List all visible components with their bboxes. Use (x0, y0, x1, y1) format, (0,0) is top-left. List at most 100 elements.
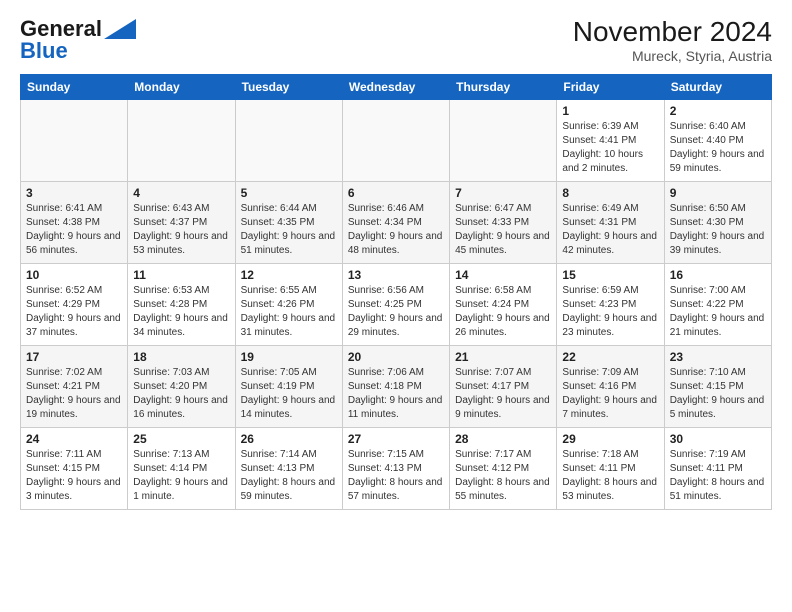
calendar-cell: 17 Sunrise: 7:02 AMSunset: 4:21 PMDayligh… (21, 346, 128, 428)
calendar-week-3: 17 Sunrise: 7:02 AMSunset: 4:21 PMDayligh… (21, 346, 772, 428)
day-info: Sunrise: 7:02 AMSunset: 4:21 PMDaylight:… (26, 366, 122, 422)
day-number: 27 (348, 432, 444, 446)
day-number: 23 (670, 350, 766, 364)
day-number: 11 (133, 268, 229, 282)
day-number: 17 (26, 350, 122, 364)
calendar-cell: 7Sunrise: 6:47 AMSunset: 4:33 PMDaylight… (450, 182, 557, 264)
calendar-header-row: Sunday Monday Tuesday Wednesday Thursday… (21, 75, 772, 100)
day-number: 9 (670, 186, 766, 200)
calendar-cell: 12 Sunrise: 6:55 AMSunset: 4:26 PMDayligh… (235, 264, 342, 346)
calendar-cell: 26 Sunrise: 7:14 AMSunset: 4:13 PMDayligh… (235, 428, 342, 510)
calendar-cell: 10 Sunrise: 6:52 AMSunset: 4:29 PMDayligh… (21, 264, 128, 346)
day-info: Sunrise: 6:55 AMSunset: 4:26 PMDaylight:… (241, 284, 337, 340)
day-number: 16 (670, 268, 766, 282)
day-info: Sunrise: 7:06 AMSunset: 4:18 PMDaylight:… (348, 366, 444, 422)
calendar-cell: 21 Sunrise: 7:07 AMSunset: 4:17 PMDayligh… (450, 346, 557, 428)
calendar-cell: 1Sunrise: 6:39 AMSunset: 4:41 PMDaylight… (557, 100, 664, 182)
day-info: Sunrise: 6:44 AMSunset: 4:35 PMDaylight:… (241, 202, 337, 258)
page: General Blue November 2024 Mureck, Styri… (0, 0, 792, 612)
calendar-cell: 29Sunrise: 7:18 AMSunset: 4:11 PMDayligh… (557, 428, 664, 510)
day-number: 4 (133, 186, 229, 200)
calendar-cell (450, 100, 557, 182)
header: General Blue November 2024 Mureck, Styri… (20, 16, 772, 64)
day-number: 13 (348, 268, 444, 282)
day-info: Sunrise: 7:15 AMSunset: 4:13 PMDaylight:… (348, 448, 444, 504)
calendar-cell (128, 100, 235, 182)
day-info: Sunrise: 7:17 AMSunset: 4:12 PMDaylight:… (455, 448, 551, 504)
col-thursday: Thursday (450, 75, 557, 100)
calendar-week-0: 1Sunrise: 6:39 AMSunset: 4:41 PMDaylight… (21, 100, 772, 182)
day-info: Sunrise: 7:19 AMSunset: 4:11 PMDaylight:… (670, 448, 766, 504)
day-info: Sunrise: 6:59 AMSunset: 4:23 PMDaylight:… (562, 284, 658, 340)
calendar-cell: 30 Sunrise: 7:19 AMSunset: 4:11 PMDayligh… (664, 428, 771, 510)
calendar-cell: 24 Sunrise: 7:11 AMSunset: 4:15 PMDayligh… (21, 428, 128, 510)
day-number: 12 (241, 268, 337, 282)
logo: General Blue (20, 16, 136, 64)
day-info: Sunrise: 7:00 AMSunset: 4:22 PMDaylight:… (670, 284, 766, 340)
day-number: 8 (562, 186, 658, 200)
calendar-week-1: 3 Sunrise: 6:41 AMSunset: 4:38 PMDaylight… (21, 182, 772, 264)
calendar-cell: 11 Sunrise: 6:53 AMSunset: 4:28 PMDayligh… (128, 264, 235, 346)
col-saturday: Saturday (664, 75, 771, 100)
day-info: Sunrise: 7:14 AMSunset: 4:13 PMDaylight:… (241, 448, 337, 504)
day-number: 2 (670, 104, 766, 118)
day-number: 5 (241, 186, 337, 200)
col-monday: Monday (128, 75, 235, 100)
calendar-cell: 14Sunrise: 6:58 AMSunset: 4:24 PMDayligh… (450, 264, 557, 346)
calendar-cell: 16 Sunrise: 7:00 AMSunset: 4:22 PMDayligh… (664, 264, 771, 346)
day-number: 25 (133, 432, 229, 446)
calendar-cell: 6 Sunrise: 6:46 AMSunset: 4:34 PMDaylight… (342, 182, 449, 264)
calendar-cell: 4 Sunrise: 6:43 AMSunset: 4:37 PMDaylight… (128, 182, 235, 264)
day-info: Sunrise: 6:43 AMSunset: 4:37 PMDaylight:… (133, 202, 229, 258)
calendar-cell: 3 Sunrise: 6:41 AMSunset: 4:38 PMDaylight… (21, 182, 128, 264)
day-info: Sunrise: 7:13 AMSunset: 4:14 PMDaylight:… (133, 448, 229, 504)
day-info: Sunrise: 6:50 AMSunset: 4:30 PMDaylight:… (670, 202, 766, 258)
day-info: Sunrise: 6:53 AMSunset: 4:28 PMDaylight:… (133, 284, 229, 340)
day-number: 6 (348, 186, 444, 200)
month-title: November 2024 (573, 16, 772, 48)
day-info: Sunrise: 6:41 AMSunset: 4:38 PMDaylight:… (26, 202, 122, 258)
logo-blue: Blue (20, 38, 68, 64)
day-number: 18 (133, 350, 229, 364)
calendar-cell: 15Sunrise: 6:59 AMSunset: 4:23 PMDayligh… (557, 264, 664, 346)
title-block: November 2024 Mureck, Styria, Austria (573, 16, 772, 64)
day-number: 29 (562, 432, 658, 446)
day-number: 3 (26, 186, 122, 200)
calendar-cell (342, 100, 449, 182)
day-number: 14 (455, 268, 551, 282)
day-info: Sunrise: 6:56 AMSunset: 4:25 PMDaylight:… (348, 284, 444, 340)
col-friday: Friday (557, 75, 664, 100)
calendar-cell (21, 100, 128, 182)
col-tuesday: Tuesday (235, 75, 342, 100)
day-number: 30 (670, 432, 766, 446)
day-info: Sunrise: 6:49 AMSunset: 4:31 PMDaylight:… (562, 202, 658, 258)
day-info: Sunrise: 7:07 AMSunset: 4:17 PMDaylight:… (455, 366, 551, 422)
calendar-week-2: 10 Sunrise: 6:52 AMSunset: 4:29 PMDayligh… (21, 264, 772, 346)
day-number: 26 (241, 432, 337, 446)
day-info: Sunrise: 6:46 AMSunset: 4:34 PMDaylight:… (348, 202, 444, 258)
calendar-cell: 28Sunrise: 7:17 AMSunset: 4:12 PMDayligh… (450, 428, 557, 510)
calendar-cell: 8 Sunrise: 6:49 AMSunset: 4:31 PMDaylight… (557, 182, 664, 264)
calendar-cell: 22Sunrise: 7:09 AMSunset: 4:16 PMDayligh… (557, 346, 664, 428)
day-number: 21 (455, 350, 551, 364)
calendar-cell: 25 Sunrise: 7:13 AMSunset: 4:14 PMDayligh… (128, 428, 235, 510)
calendar: Sunday Monday Tuesday Wednesday Thursday… (20, 74, 772, 510)
calendar-week-4: 24 Sunrise: 7:11 AMSunset: 4:15 PMDayligh… (21, 428, 772, 510)
calendar-cell: 18Sunrise: 7:03 AMSunset: 4:20 PMDayligh… (128, 346, 235, 428)
calendar-cell: 5 Sunrise: 6:44 AMSunset: 4:35 PMDaylight… (235, 182, 342, 264)
day-number: 24 (26, 432, 122, 446)
day-number: 22 (562, 350, 658, 364)
col-sunday: Sunday (21, 75, 128, 100)
day-number: 10 (26, 268, 122, 282)
location: Mureck, Styria, Austria (573, 48, 772, 64)
day-number: 1 (562, 104, 658, 118)
calendar-cell: 2Sunrise: 6:40 AMSunset: 4:40 PMDaylight… (664, 100, 771, 182)
day-number: 20 (348, 350, 444, 364)
calendar-cell: 13 Sunrise: 6:56 AMSunset: 4:25 PMDayligh… (342, 264, 449, 346)
day-info: Sunrise: 6:52 AMSunset: 4:29 PMDaylight:… (26, 284, 122, 340)
calendar-cell: 9 Sunrise: 6:50 AMSunset: 4:30 PMDaylight… (664, 182, 771, 264)
calendar-cell: 23Sunrise: 7:10 AMSunset: 4:15 PMDayligh… (664, 346, 771, 428)
day-info: Sunrise: 7:11 AMSunset: 4:15 PMDaylight:… (26, 448, 122, 504)
col-wednesday: Wednesday (342, 75, 449, 100)
day-number: 19 (241, 350, 337, 364)
